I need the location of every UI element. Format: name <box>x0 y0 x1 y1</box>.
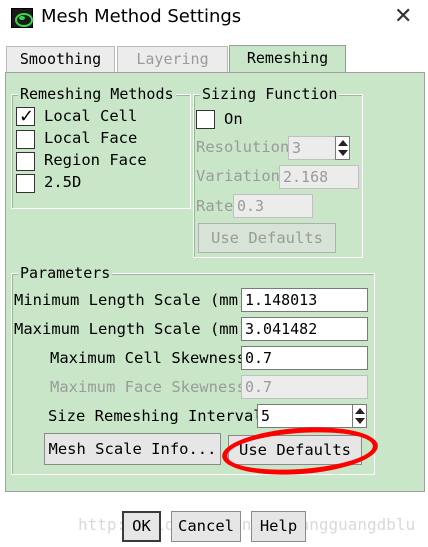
resolution-field[interactable]: 3 <box>288 136 336 160</box>
min-length-field[interactable]: 1.148013 <box>241 288 368 312</box>
sizing-use-defaults-button[interactable]: Use Defaults <box>198 223 336 253</box>
title-bar: Mesh Method Settings ✕ <box>0 0 428 38</box>
mesh-scale-info-button[interactable]: Mesh Scale Info... <box>44 433 221 465</box>
resolution-label: Resolution <box>196 138 290 156</box>
interval-label: Size Remeshing Interval <box>48 407 263 425</box>
local-face-label: Local Face <box>44 129 138 147</box>
parameters-title: Parameters <box>18 264 113 282</box>
help-button[interactable]: Help <box>251 511 306 542</box>
max-length-label: Maximum Length Scale (mm) <box>14 320 248 338</box>
region-face-checkbox[interactable] <box>16 152 35 171</box>
variation-field[interactable]: 2.168 <box>279 165 359 189</box>
tab-layering[interactable]: Layering <box>117 46 228 72</box>
max-face-skew-field[interactable]: 0.7 <box>241 375 368 399</box>
tab-smoothing[interactable]: Smoothing <box>6 46 115 72</box>
remeshing-methods-title: Remeshing Methods <box>18 85 176 103</box>
sizing-on-label: On <box>224 110 243 128</box>
interval-stepper[interactable] <box>352 404 367 428</box>
tab-remeshing[interactable]: Remeshing <box>229 45 346 73</box>
min-length-label: Minimum Length Scale (mm) <box>14 291 248 309</box>
interval-field[interactable]: 5 <box>257 404 353 428</box>
local-face-checkbox[interactable] <box>16 130 35 149</box>
app-icon <box>11 8 33 28</box>
ok-button[interactable]: OK <box>122 511 161 542</box>
local-cell-checkbox[interactable]: ✓ <box>16 106 35 127</box>
region-face-label: Region Face <box>44 151 147 169</box>
sizing-on-checkbox[interactable] <box>196 110 215 129</box>
local-cell-label: Local Cell <box>44 107 138 125</box>
window-title: Mesh Method Settings <box>41 6 242 27</box>
max-length-field[interactable]: 3.041482 <box>241 317 368 341</box>
rate-label: Rate <box>196 197 234 215</box>
rate-field[interactable]: 0.3 <box>233 194 313 218</box>
resolution-stepper[interactable] <box>335 136 350 160</box>
sizing-function-title: Sizing Function <box>200 85 340 103</box>
max-face-skew-label: Maximum Face Skewness <box>50 378 246 396</box>
2-5d-checkbox[interactable] <box>16 174 35 193</box>
checkmark-icon: ✓ <box>19 106 35 127</box>
variation-label: Variation <box>196 167 280 185</box>
2-5d-label: 2.5D <box>44 173 82 191</box>
cancel-button[interactable]: Cancel <box>171 511 241 542</box>
close-icon[interactable]: ✕ <box>394 4 412 29</box>
max-cell-skew-field[interactable]: 0.7 <box>241 346 368 370</box>
max-cell-skew-label: Maximum Cell Skewness <box>50 349 246 367</box>
